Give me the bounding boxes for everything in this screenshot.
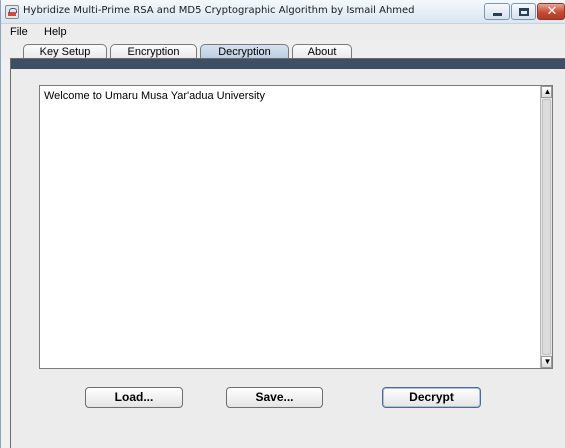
- window-title: Hybridize Multi-Prime RSA and MD5 Crypto…: [23, 5, 415, 16]
- maximize-button[interactable]: [511, 3, 536, 20]
- scroll-thumb[interactable]: [542, 99, 551, 355]
- tab-bar: Key Setup Encryption Decryption About: [1, 40, 565, 61]
- menu-help[interactable]: Help: [44, 26, 67, 38]
- java-app-icon: [5, 5, 19, 19]
- app-window: Hybridize Multi-Prime RSA and MD5 Crypto…: [0, 0, 565, 448]
- save-button[interactable]: Save...: [226, 387, 323, 408]
- scroll-up-button[interactable]: ▲: [541, 86, 552, 98]
- maximize-icon: [519, 8, 529, 16]
- arrow-up-icon: ▲: [543, 87, 552, 96]
- minimize-button[interactable]: [484, 3, 510, 20]
- arrow-down-icon: ▼: [543, 357, 552, 366]
- vertical-scrollbar[interactable]: ▲ ▼: [540, 86, 552, 368]
- load-button[interactable]: Load...: [85, 387, 183, 408]
- menu-bar: File Help: [1, 24, 565, 40]
- decryption-panel: Welcome to Umaru Musa Yar'adua Universit…: [10, 58, 565, 448]
- textarea-content: Welcome to Umaru Musa Yar'adua Universit…: [44, 90, 265, 102]
- message-textarea[interactable]: Welcome to Umaru Musa Yar'adua Universit…: [39, 85, 553, 369]
- decrypt-button[interactable]: Decrypt: [382, 387, 481, 408]
- title-bar[interactable]: Hybridize Multi-Prime RSA and MD5 Crypto…: [1, 0, 565, 24]
- close-button[interactable]: ✕: [537, 3, 565, 20]
- scroll-down-button[interactable]: ▼: [541, 356, 552, 368]
- minimize-icon: [493, 13, 502, 16]
- menu-file[interactable]: File: [10, 26, 28, 38]
- close-icon: ✕: [546, 4, 558, 19]
